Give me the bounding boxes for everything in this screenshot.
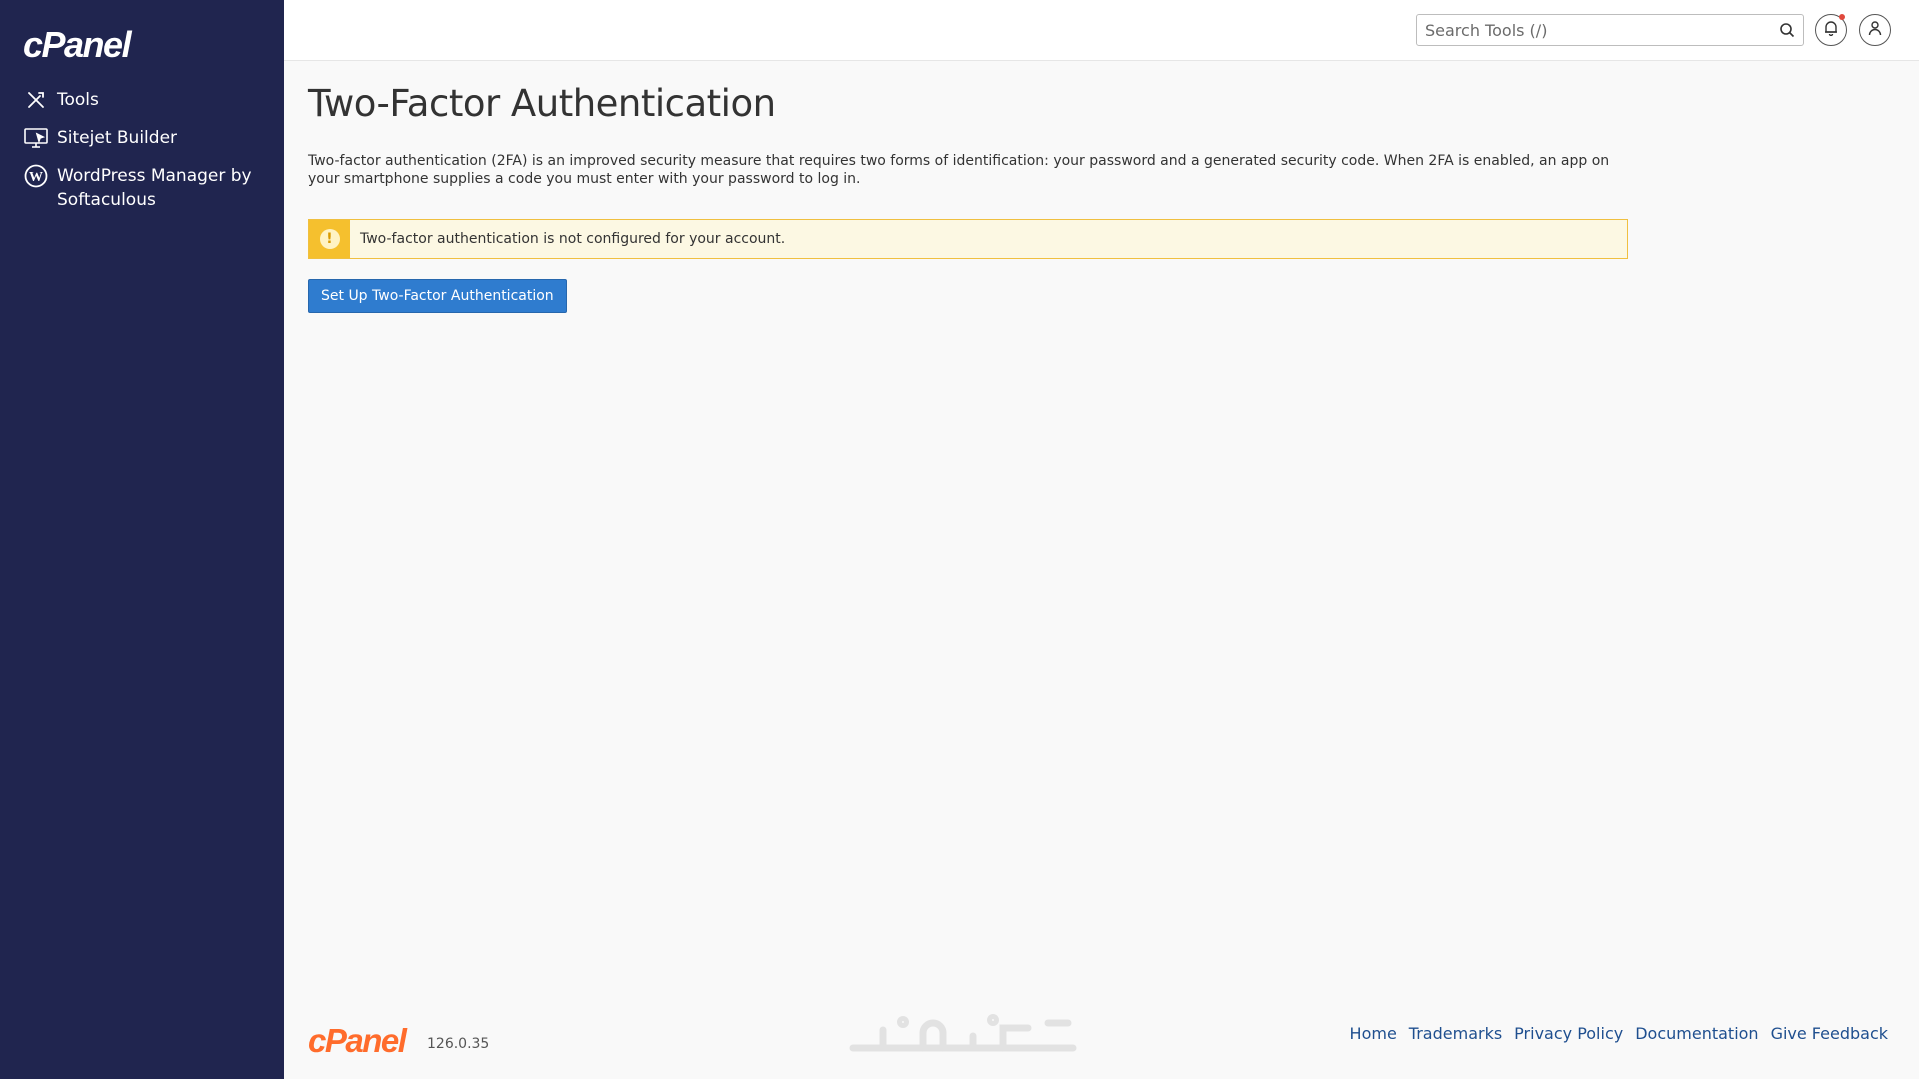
svg-text:W: W: [29, 170, 43, 185]
wordpress-icon: W: [23, 164, 49, 188]
tools-icon: [23, 88, 49, 112]
footer-cpanel-logo[interactable]: cPanel: [308, 1022, 407, 1060]
sidebar-nav: Tools Sitejet Builder W WordPress Manage…: [0, 88, 284, 226]
user-icon: [1868, 20, 1882, 40]
setup-2fa-button[interactable]: Set Up Two-Factor Authentication: [308, 279, 567, 313]
footer-link-documentation[interactable]: Documentation: [1635, 1024, 1758, 1043]
footer-link-feedback[interactable]: Give Feedback: [1771, 1024, 1888, 1043]
warning-alert: ! Two-factor authentication is not confi…: [308, 219, 1628, 259]
user-menu-button[interactable]: [1859, 14, 1891, 46]
top-bar: [284, 0, 1919, 61]
search-box[interactable]: [1416, 14, 1804, 46]
sidebar: cPanel Tools Sitejet Builder W WordPress…: [0, 0, 284, 1079]
sidebar-item-tools[interactable]: Tools: [0, 88, 284, 112]
sidebar-item-sitejet[interactable]: Sitejet Builder: [0, 126, 284, 150]
search-icon[interactable]: [1779, 22, 1795, 38]
monitor-icon: [23, 126, 49, 150]
bell-icon: [1824, 20, 1838, 40]
watermark-logo: [843, 1008, 1083, 1072]
page-title: Two-Factor Authentication: [308, 82, 776, 125]
footer-links: Home Trademarks Privacy Policy Documenta…: [1350, 1024, 1888, 1043]
footer-link-trademarks[interactable]: Trademarks: [1409, 1024, 1502, 1043]
notifications-button[interactable]: [1815, 14, 1847, 46]
alert-icon-bar: !: [309, 220, 350, 258]
search-input[interactable]: [1417, 15, 1765, 45]
sidebar-item-wordpress[interactable]: W WordPress Manager by Softaculous: [0, 164, 284, 212]
sidebar-item-label: Sitejet Builder: [57, 128, 178, 148]
sidebar-item-label: WordPress Manager by Softaculous: [57, 166, 252, 210]
footer-link-privacy[interactable]: Privacy Policy: [1514, 1024, 1623, 1043]
footer-link-home[interactable]: Home: [1350, 1024, 1397, 1043]
cpanel-logo[interactable]: cPanel: [23, 24, 132, 66]
sidebar-item-label: Tools: [57, 90, 99, 110]
footer: cPanel 126.0.35 Home Trademarks Privacy …: [308, 1014, 1888, 1060]
page-description: Two-factor authentication (2FA) is an im…: [308, 153, 1610, 187]
notification-dot: [1839, 14, 1845, 20]
version-number: 126.0.35: [427, 1036, 490, 1052]
alert-text: Two-factor authentication is not configu…: [360, 231, 786, 247]
exclamation-icon: !: [319, 229, 340, 249]
